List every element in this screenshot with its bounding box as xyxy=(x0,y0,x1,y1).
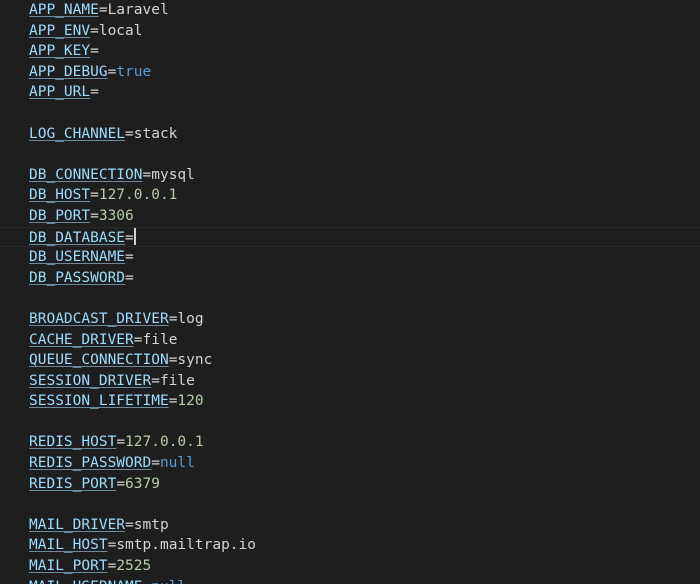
env-key: APP_NAME xyxy=(29,2,99,18)
code-line[interactable]: SESSION_LIFETIME=120 xyxy=(29,391,700,412)
code-line[interactable]: REDIS_HOST=127.0.0.1 xyxy=(29,432,700,453)
env-key: SESSION_LIFETIME xyxy=(29,393,169,410)
equals-sign: = xyxy=(107,558,117,575)
env-key: LOG_CHANNEL xyxy=(29,125,126,142)
env-key: CACHE_DRIVER xyxy=(29,331,134,348)
env-key: APP_DEBUG xyxy=(29,63,108,80)
code-line[interactable]: MAIL_USERNAME=null xyxy=(29,577,700,584)
equals-sign: = xyxy=(90,22,99,39)
env-key: APP_URL xyxy=(29,84,91,101)
env-value: mysql xyxy=(151,166,195,183)
code-line[interactable]: SESSION_DRIVER=file xyxy=(29,371,700,392)
env-key: MAIL_USERNAME xyxy=(29,579,143,584)
code-line[interactable]: APP_NAME=Laravel xyxy=(29,0,700,21)
blank-line[interactable] xyxy=(29,288,700,309)
env-value: 6379 xyxy=(125,475,160,492)
code-line[interactable]: QUEUE_CONNECTION=sync xyxy=(29,350,700,371)
env-value: 127.0.0.1 xyxy=(98,187,178,204)
env-key: MAIL_HOST xyxy=(29,537,108,554)
env-key: DB_PORT xyxy=(29,207,91,224)
code-line[interactable]: LOG_CHANNEL=stack xyxy=(29,124,700,145)
equals-sign: = xyxy=(142,166,152,183)
equals-sign: = xyxy=(116,434,126,451)
env-key: REDIS_PASSWORD xyxy=(29,455,152,472)
env-key: REDIS_PORT xyxy=(29,475,117,492)
equals-sign: = xyxy=(90,84,99,101)
env-value: log xyxy=(177,310,204,327)
env-value: smtp.mailtrap.io xyxy=(116,537,256,554)
env-key: APP_ENV xyxy=(29,22,91,39)
code-line[interactable]: REDIS_PASSWORD=null xyxy=(29,453,700,474)
text-cursor xyxy=(133,227,136,245)
code-line[interactable]: APP_DEBUG=true xyxy=(29,62,700,83)
code-line[interactable]: DB_PORT=3306 xyxy=(29,206,700,227)
code-line[interactable]: BROADCAST_DRIVER=log xyxy=(29,309,700,330)
env-value: null xyxy=(159,455,195,472)
code-line[interactable]: CACHE_DRIVER=file xyxy=(29,330,700,351)
env-key: REDIS_HOST xyxy=(29,434,117,451)
env-value: file xyxy=(142,331,178,348)
code-line[interactable]: APP_ENV=local xyxy=(29,21,700,42)
env-key: QUEUE_CONNECTION xyxy=(29,352,169,369)
equals-sign: = xyxy=(98,2,108,18)
env-key: DB_USERNAME xyxy=(29,249,126,266)
equals-sign: = xyxy=(125,125,134,142)
code-line[interactable]: DB_DATABASE= xyxy=(0,226,700,248)
equals-sign: = xyxy=(125,269,134,286)
env-value: null xyxy=(151,579,186,584)
code-line[interactable]: DB_HOST=127.0.0.1 xyxy=(29,185,700,206)
code-line[interactable]: APP_KEY= xyxy=(29,41,700,62)
code-line[interactable]: REDIS_PORT=6379 xyxy=(29,474,700,495)
env-key: DB_CONNECTION xyxy=(29,166,143,183)
env-value: local xyxy=(98,22,143,39)
equals-sign: = xyxy=(133,331,143,348)
equals-sign: = xyxy=(143,579,152,584)
env-key: MAIL_DRIVER xyxy=(29,516,126,533)
code-line[interactable]: DB_USERNAME= xyxy=(29,247,700,268)
env-value: 3306 xyxy=(98,207,134,224)
env-value: 2525 xyxy=(116,558,152,575)
env-key: DB_PASSWORD xyxy=(29,269,126,286)
env-value: 120 xyxy=(177,393,204,410)
equals-sign: = xyxy=(90,187,99,204)
equals-sign: = xyxy=(107,63,117,80)
env-value: file xyxy=(159,372,195,389)
code-line[interactable]: DB_CONNECTION=mysql xyxy=(29,165,700,186)
blank-line[interactable] xyxy=(29,494,700,515)
equals-sign: = xyxy=(125,229,134,246)
env-key: DB_DATABASE xyxy=(29,229,126,246)
env-value: Laravel xyxy=(107,2,169,18)
equals-sign: = xyxy=(90,43,99,60)
code-line[interactable]: MAIL_PORT=2525 xyxy=(29,556,700,577)
equals-sign: = xyxy=(107,537,117,554)
code-line[interactable]: APP_URL= xyxy=(29,82,700,103)
equals-sign: = xyxy=(90,207,99,224)
env-key: BROADCAST_DRIVER xyxy=(29,310,169,327)
env-value: 127.0.0.1 xyxy=(125,434,204,451)
blank-line[interactable] xyxy=(29,103,700,124)
blank-line[interactable] xyxy=(29,144,700,165)
env-value: true xyxy=(116,63,152,80)
env-key: MAIL_PORT xyxy=(29,558,108,575)
code-editor[interactable]: APP_NAME=Laravel APP_ENV=local APP_KEY= APP… xyxy=(0,0,700,584)
equals-sign: = xyxy=(125,516,134,533)
code-line[interactable]: MAIL_DRIVER=smtp xyxy=(29,515,700,536)
env-value: sync xyxy=(177,352,213,369)
env-key: DB_HOST xyxy=(29,187,91,204)
equals-sign: = xyxy=(151,455,160,472)
env-key: APP_KEY xyxy=(29,43,91,60)
code-line[interactable]: MAIL_HOST=smtp.mailtrap.io xyxy=(29,535,700,556)
equals-sign: = xyxy=(116,475,126,492)
code-line[interactable]: DB_PASSWORD= xyxy=(29,268,700,289)
equals-sign: = xyxy=(151,372,160,389)
equals-sign: = xyxy=(125,249,134,266)
env-value: stack xyxy=(133,125,178,142)
env-key: SESSION_DRIVER xyxy=(29,372,152,389)
editor-lines[interactable]: APP_NAME=Laravel APP_ENV=local APP_KEY= APP… xyxy=(0,0,700,584)
blank-line[interactable] xyxy=(29,412,700,433)
env-value: smtp xyxy=(133,516,169,533)
